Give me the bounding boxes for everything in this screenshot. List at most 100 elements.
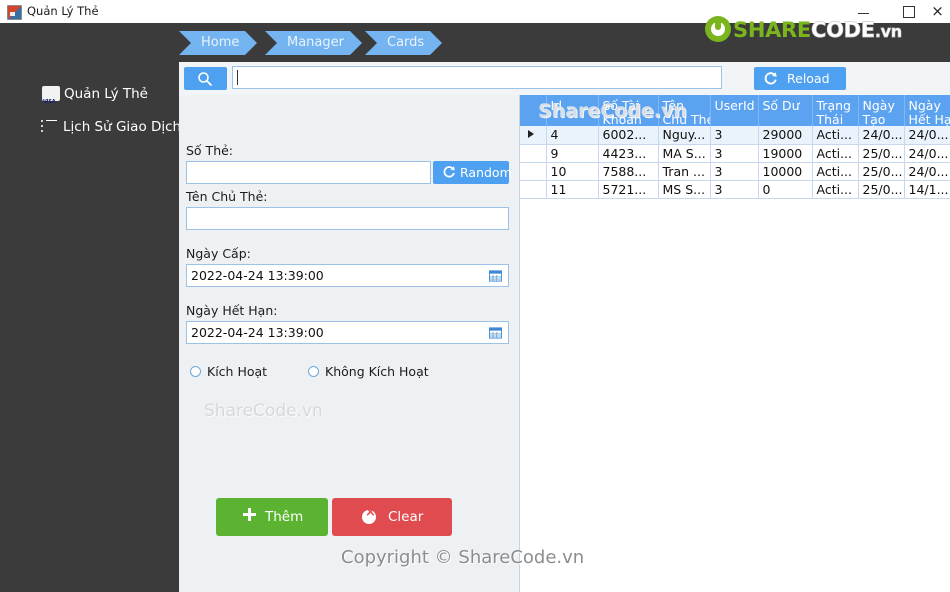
row-selector-cell[interactable] [520,144,547,163]
column-header-status[interactable]: Trạng Thái [812,95,859,126]
table-cell[interactable]: 4423... [598,144,659,163]
radio-inactive-label: Không Kích Hoạt [325,364,429,379]
maximize-icon [903,5,915,18]
column-header-holder-name[interactable]: Tên Chủ Thẻ [658,95,711,126]
card-holder-input[interactable] [186,207,509,230]
clear-button[interactable]: Clear [332,498,452,536]
issue-date-input[interactable]: 2022-04-24 13:39:00 [186,264,509,287]
search-toolbar: Reload [179,62,950,95]
table-cell[interactable]: Tran ... [658,162,711,181]
header-line1: Số Dư [762,98,800,113]
table-cell[interactable]: MS S... [658,180,711,199]
breadcrumb-item-home[interactable]: Home [179,31,258,55]
calendar-icon[interactable] [489,269,502,282]
header-line1: Ngày [908,98,941,113]
expiry-date-input[interactable]: 2022-04-24 13:39:00 [186,321,509,344]
card-number-label: Số Thẻ: [186,143,234,158]
table-cell[interactable]: MA S... [658,144,711,163]
table-cell[interactable]: 5721... [598,180,659,199]
search-button[interactable] [184,67,227,90]
column-header-balance[interactable]: Số Dư [758,95,813,126]
table-header-row: Id Số Tài Khoản Tên Chủ Thẻ UserId Số Dư… [520,95,950,126]
radio-circle-icon [190,366,201,377]
clear-button-label: Clear [388,509,424,525]
table-cell[interactable]: 10000 [758,162,813,181]
card-form-panel: Số Thẻ: Random Tên Chủ Thẻ: Ngày Cấp: 20… [179,95,520,592]
table-cell[interactable]: 25/0... [858,162,905,181]
table-cell[interactable]: Acti... [812,162,859,181]
table-cell[interactable]: 4 [546,126,599,145]
close-icon: × [931,2,944,20]
table-cell[interactable]: 10 [546,162,599,181]
table-cell[interactable]: 29000 [758,126,813,145]
table-row[interactable]: 11 5721... MS S... 3 0 Acti... 25/0... 14/1... [520,180,950,199]
table-cell[interactable]: Acti... [812,126,859,145]
header-line2: Chủ Thẻ [662,112,710,126]
table-cell[interactable]: Nguy... [658,126,711,145]
table-cell[interactable]: 6002... [598,126,659,145]
table-cell[interactable]: 3 [710,162,759,181]
header-line2: Hết Hạn [908,112,950,126]
table-cell[interactable]: 3 [710,126,759,145]
table-cell[interactable]: 24/0... [904,126,950,145]
table-cell[interactable]: 24/0... [904,162,950,181]
add-button[interactable]: Thêm [216,498,328,536]
column-header-id[interactable]: Id [546,95,599,126]
table-cell[interactable]: 11 [546,180,599,199]
random-button[interactable]: Random [433,161,512,184]
breadcrumb-item-cards[interactable]: Cards [365,31,443,55]
close-button[interactable]: × [925,0,950,23]
main-content: Reload Số Thẻ: Random Tên Chủ Thẻ: Ngày … [179,62,950,592]
column-header-account-number[interactable]: Số Tài Khoản [598,95,659,126]
minimize-button[interactable] [840,0,886,23]
column-header-created-date[interactable]: Ngày Tạo [858,95,905,126]
row-selector-header [520,95,547,126]
header-band: Home Manager Cards [179,23,950,62]
breadcrumb-item-manager[interactable]: Manager [265,31,362,55]
list-icon [41,120,57,133]
column-header-userid[interactable]: UserId [710,95,759,126]
table-row[interactable]: 4 6002... Nguy... 3 29000 Acti... 24/0... 24/0.… [520,126,950,145]
sidebar-item-card-management[interactable]: Quản Lý Thẻ [0,81,179,115]
table-cell[interactable]: Acti... [812,180,859,199]
table-cell[interactable]: 3 [710,144,759,163]
search-input[interactable] [232,66,722,89]
table-row[interactable]: 10 7588... Tran ... 3 10000 Acti... 25/0... 24/… [520,162,950,181]
table-cell[interactable]: 0 [758,180,813,199]
expiry-date-value: 2022-04-24 13:39:00 [191,325,324,340]
sidebar-item-label: Lịch Sử Giao Dịch [63,119,182,135]
table-cell[interactable]: 19000 [758,144,813,163]
table-cell[interactable]: Acti... [812,144,859,163]
table-cell[interactable]: 9 [546,144,599,163]
visa-card-icon [42,86,60,115]
row-selector-cell[interactable] [520,162,547,181]
table-cell[interactable]: 7588... [598,162,659,181]
cards-data-grid[interactable]: Id Số Tài Khoản Tên Chủ Thẻ UserId Số Dư… [520,95,950,592]
radio-circle-icon [308,366,319,377]
reload-button[interactable]: Reload [754,67,846,90]
plus-icon [243,508,256,521]
expiry-date-label: Ngày Hết Hạn: [186,303,278,318]
row-selector-cell[interactable] [520,126,547,145]
text-caret [237,70,238,85]
window-title: Quản Lý Thẻ [27,4,99,18]
row-selector-cell[interactable] [520,180,547,199]
table-cell[interactable]: 25/0... [858,144,905,163]
sidebar-item-transaction-history[interactable]: Lịch Sử Giao Dịch [0,114,182,140]
card-holder-label: Tên Chủ Thẻ: [186,189,268,204]
table-cell[interactable]: 3 [710,180,759,199]
column-header-expiry-date[interactable]: Ngày Hết Hạn [904,95,950,126]
table-cell[interactable]: 14/1... [904,180,950,199]
calendar-icon[interactable] [489,326,502,339]
table-cell[interactable]: 25/0... [858,180,905,199]
radio-active-label: Kích Hoạt [207,364,268,379]
refresh-icon [443,166,455,178]
table-row[interactable]: 9 4423... MA S... 3 19000 Acti... 25/0... 24/0.… [520,144,950,163]
table-cell[interactable]: 24/0... [904,144,950,163]
sidebar: Quản Lý Thẻ Lịch Sử Giao Dịch [0,23,182,592]
table-cell[interactable]: 24/0... [858,126,905,145]
search-icon [198,72,212,86]
refresh-icon [764,72,777,85]
sidebar-item-label: Quản Lý Thẻ [64,86,148,102]
card-number-input[interactable] [186,161,431,184]
